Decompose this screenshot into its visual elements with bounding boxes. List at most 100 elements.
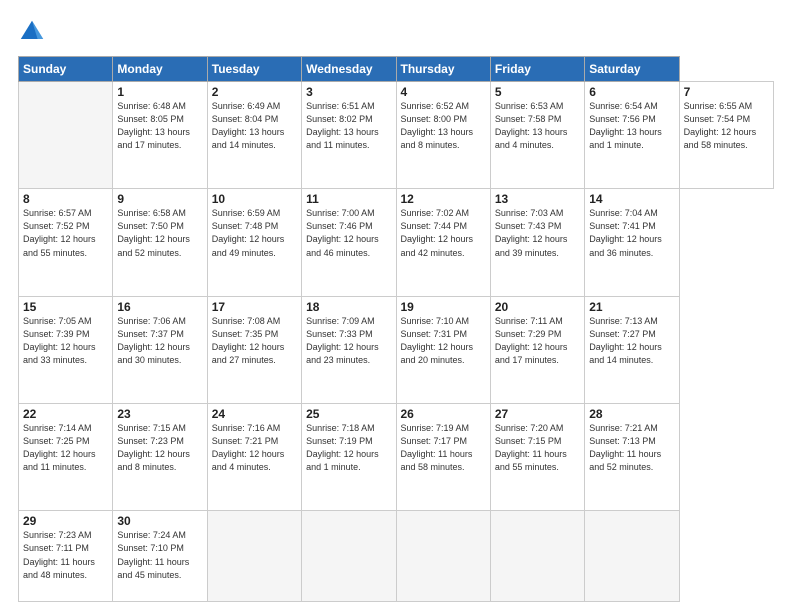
- day-number: 13: [495, 192, 580, 206]
- day-number: 22: [23, 407, 108, 421]
- calendar-day-21: 21Sunrise: 7:13 AMSunset: 7:27 PMDayligh…: [585, 296, 679, 403]
- day-number: 4: [401, 85, 486, 99]
- day-info: Sunrise: 7:19 AMSunset: 7:17 PMDaylight:…: [401, 422, 486, 474]
- calendar-week-5: 29Sunrise: 7:23 AMSunset: 7:11 PMDayligh…: [19, 511, 774, 602]
- weekday-header-monday: Monday: [113, 57, 207, 82]
- daylight: Daylight: 12 hours and 11 minutes.: [23, 449, 96, 472]
- calendar-day-22: 22Sunrise: 7:14 AMSunset: 7:25 PMDayligh…: [19, 404, 113, 511]
- day-info: Sunrise: 7:00 AMSunset: 7:46 PMDaylight:…: [306, 207, 391, 259]
- sunrise: Sunrise: 7:05 AM: [23, 316, 92, 326]
- daylight: Daylight: 13 hours and 17 minutes.: [117, 127, 190, 150]
- day-number: 23: [117, 407, 202, 421]
- day-info: Sunrise: 7:05 AM Sunset: 7:39 PM Daylight:…: [23, 315, 108, 367]
- page: SundayMondayTuesdayWednesdayThursdayFrid…: [0, 0, 792, 612]
- sunset: Sunset: 7:50 PM: [117, 221, 184, 231]
- day-info: Sunrise: 6:49 AMSunset: 8:04 PMDaylight:…: [212, 100, 297, 152]
- sunrise: Sunrise: 6:55 AM: [684, 101, 753, 111]
- daylight: Daylight: 12 hours and 33 minutes.: [23, 342, 96, 365]
- day-number: 10: [212, 192, 297, 206]
- day-number: 1: [117, 85, 202, 99]
- weekday-header-thursday: Thursday: [396, 57, 490, 82]
- calendar-day-6: 6Sunrise: 6:54 AMSunset: 7:56 PMDaylight…: [585, 82, 679, 189]
- day-info: Sunrise: 7:09 AMSunset: 7:33 PMDaylight:…: [306, 315, 391, 367]
- daylight: Daylight: 12 hours and 55 minutes.: [23, 234, 96, 257]
- calendar-day-15: 15Sunrise: 7:05 AMSunset: 7:39 PMDayligh…: [19, 296, 113, 403]
- calendar-day-2: 2Sunrise: 6:49 AMSunset: 8:04 PMDaylight…: [207, 82, 301, 189]
- calendar-day-30: 30Sunrise: 7:24 AMSunset: 7:10 PMDayligh…: [113, 511, 207, 602]
- sunset: Sunset: 7:41 PM: [589, 221, 656, 231]
- sunset: Sunset: 7:13 PM: [589, 436, 656, 446]
- daylight: Daylight: 12 hours and 58 minutes.: [684, 127, 757, 150]
- sunset: Sunset: 7:21 PM: [212, 436, 279, 446]
- daylight: Daylight: 12 hours and 17 minutes.: [495, 342, 568, 365]
- daylight: Daylight: 11 hours and 58 minutes.: [401, 449, 473, 472]
- day-info: Sunrise: 7:18 AMSunset: 7:19 PMDaylight:…: [306, 422, 391, 474]
- sunset: Sunset: 7:37 PM: [117, 329, 184, 339]
- day-number: 8: [23, 192, 108, 206]
- day-info: Sunrise: 6:58 AM Sunset: 7:50 PM Daylight:…: [117, 207, 202, 259]
- sunrise: Sunrise: 6:58 AM: [117, 208, 186, 218]
- calendar-week-2: 8Sunrise: 6:57 AMSunset: 7:52 PMDaylight…: [19, 189, 774, 296]
- day-number: 28: [589, 407, 674, 421]
- sunset: Sunset: 7:33 PM: [306, 329, 373, 339]
- sunset: Sunset: 8:04 PM: [212, 114, 279, 124]
- sunrise: Sunrise: 6:48 AM: [117, 101, 186, 111]
- calendar-empty: [19, 82, 113, 189]
- calendar-empty: [207, 511, 301, 602]
- calendar-day-23: 23Sunrise: 7:15 AMSunset: 7:23 PMDayligh…: [113, 404, 207, 511]
- sunrise: Sunrise: 7:11 AM: [495, 316, 563, 326]
- calendar-day-29: 29Sunrise: 7:23 AMSunset: 7:11 PMDayligh…: [19, 511, 113, 602]
- calendar-week-3: 15Sunrise: 7:05 AMSunset: 7:39 PMDayligh…: [19, 296, 774, 403]
- daylight: Daylight: 12 hours and 39 minutes.: [495, 234, 568, 257]
- day-number: 16: [117, 300, 202, 314]
- sunrise: Sunrise: 7:15 AM: [117, 423, 186, 433]
- calendar-day-9: 9Sunrise: 6:58 AMSunset: 7:50 PMDaylight…: [113, 189, 207, 296]
- daylight: Daylight: 11 hours and 55 minutes.: [495, 449, 567, 472]
- sunset: Sunset: 8:02 PM: [306, 114, 373, 124]
- header: [18, 18, 774, 46]
- sunset: Sunset: 7:52 PM: [23, 221, 90, 231]
- day-number: 17: [212, 300, 297, 314]
- sunset: Sunset: 7:10 PM: [117, 543, 184, 553]
- calendar-day-12: 12Sunrise: 7:02 AMSunset: 7:44 PMDayligh…: [396, 189, 490, 296]
- day-info: Sunrise: 6:52 AMSunset: 8:00 PMDaylight:…: [401, 100, 486, 152]
- sunrise: Sunrise: 7:20 AM: [495, 423, 564, 433]
- daylight: Daylight: 12 hours and 4 minutes.: [212, 449, 285, 472]
- sunrise: Sunrise: 7:04 AM: [589, 208, 658, 218]
- day-number: 3: [306, 85, 391, 99]
- sunset: Sunset: 7:54 PM: [684, 114, 751, 124]
- day-number: 11: [306, 192, 391, 206]
- day-info: Sunrise: 7:16 AMSunset: 7:21 PMDaylight:…: [212, 422, 297, 474]
- day-info: Sunrise: 7:23 AMSunset: 7:11 PMDaylight:…: [23, 529, 108, 581]
- day-info: Sunrise: 7:15 AMSunset: 7:23 PMDaylight:…: [117, 422, 202, 474]
- sunrise: Sunrise: 7:02 AM: [401, 208, 470, 218]
- daylight: Daylight: 12 hours and 14 minutes.: [589, 342, 662, 365]
- calendar-week-1: 1Sunrise: 6:48 AMSunset: 8:05 PMDaylight…: [19, 82, 774, 189]
- day-info: Sunrise: 7:02 AMSunset: 7:44 PMDaylight:…: [401, 207, 486, 259]
- daylight: Daylight: 12 hours and 52 minutes.: [117, 234, 190, 257]
- sunset: Sunset: 7:39 PM: [23, 329, 90, 339]
- sunrise: Sunrise: 6:59 AM: [212, 208, 281, 218]
- daylight: Daylight: 13 hours and 14 minutes.: [212, 127, 285, 150]
- day-number: 18: [306, 300, 391, 314]
- sunset: Sunset: 7:56 PM: [589, 114, 656, 124]
- calendar-day-7: 7 Sunrise: 6:55 AM Sunset: 7:54 PM Daylight…: [679, 82, 773, 189]
- calendar-day-13: 13Sunrise: 7:03 AMSunset: 7:43 PMDayligh…: [490, 189, 584, 296]
- sunset: Sunset: 7:25 PM: [23, 436, 90, 446]
- sunset: Sunset: 7:58 PM: [495, 114, 562, 124]
- sunrise: Sunrise: 6:53 AM: [495, 101, 564, 111]
- daylight: Daylight: 13 hours and 4 minutes.: [495, 127, 568, 150]
- sunrise: Sunrise: 7:10 AM: [401, 316, 470, 326]
- day-number: 19: [401, 300, 486, 314]
- daylight: Daylight: 11 hours and 48 minutes.: [23, 557, 95, 580]
- logo: [18, 18, 48, 46]
- calendar-day-4: 4Sunrise: 6:52 AMSunset: 8:00 PMDaylight…: [396, 82, 490, 189]
- day-info: Sunrise: 6:57 AMSunset: 7:52 PMDaylight:…: [23, 207, 108, 259]
- day-number: 7: [684, 85, 769, 99]
- sunset: Sunset: 7:35 PM: [212, 329, 279, 339]
- daylight: Daylight: 11 hours and 45 minutes.: [117, 557, 189, 580]
- calendar-day-8: 8Sunrise: 6:57 AMSunset: 7:52 PMDaylight…: [19, 189, 113, 296]
- calendar-day-19: 19Sunrise: 7:10 AMSunset: 7:31 PMDayligh…: [396, 296, 490, 403]
- day-number: 12: [401, 192, 486, 206]
- sunset: Sunset: 7:31 PM: [401, 329, 468, 339]
